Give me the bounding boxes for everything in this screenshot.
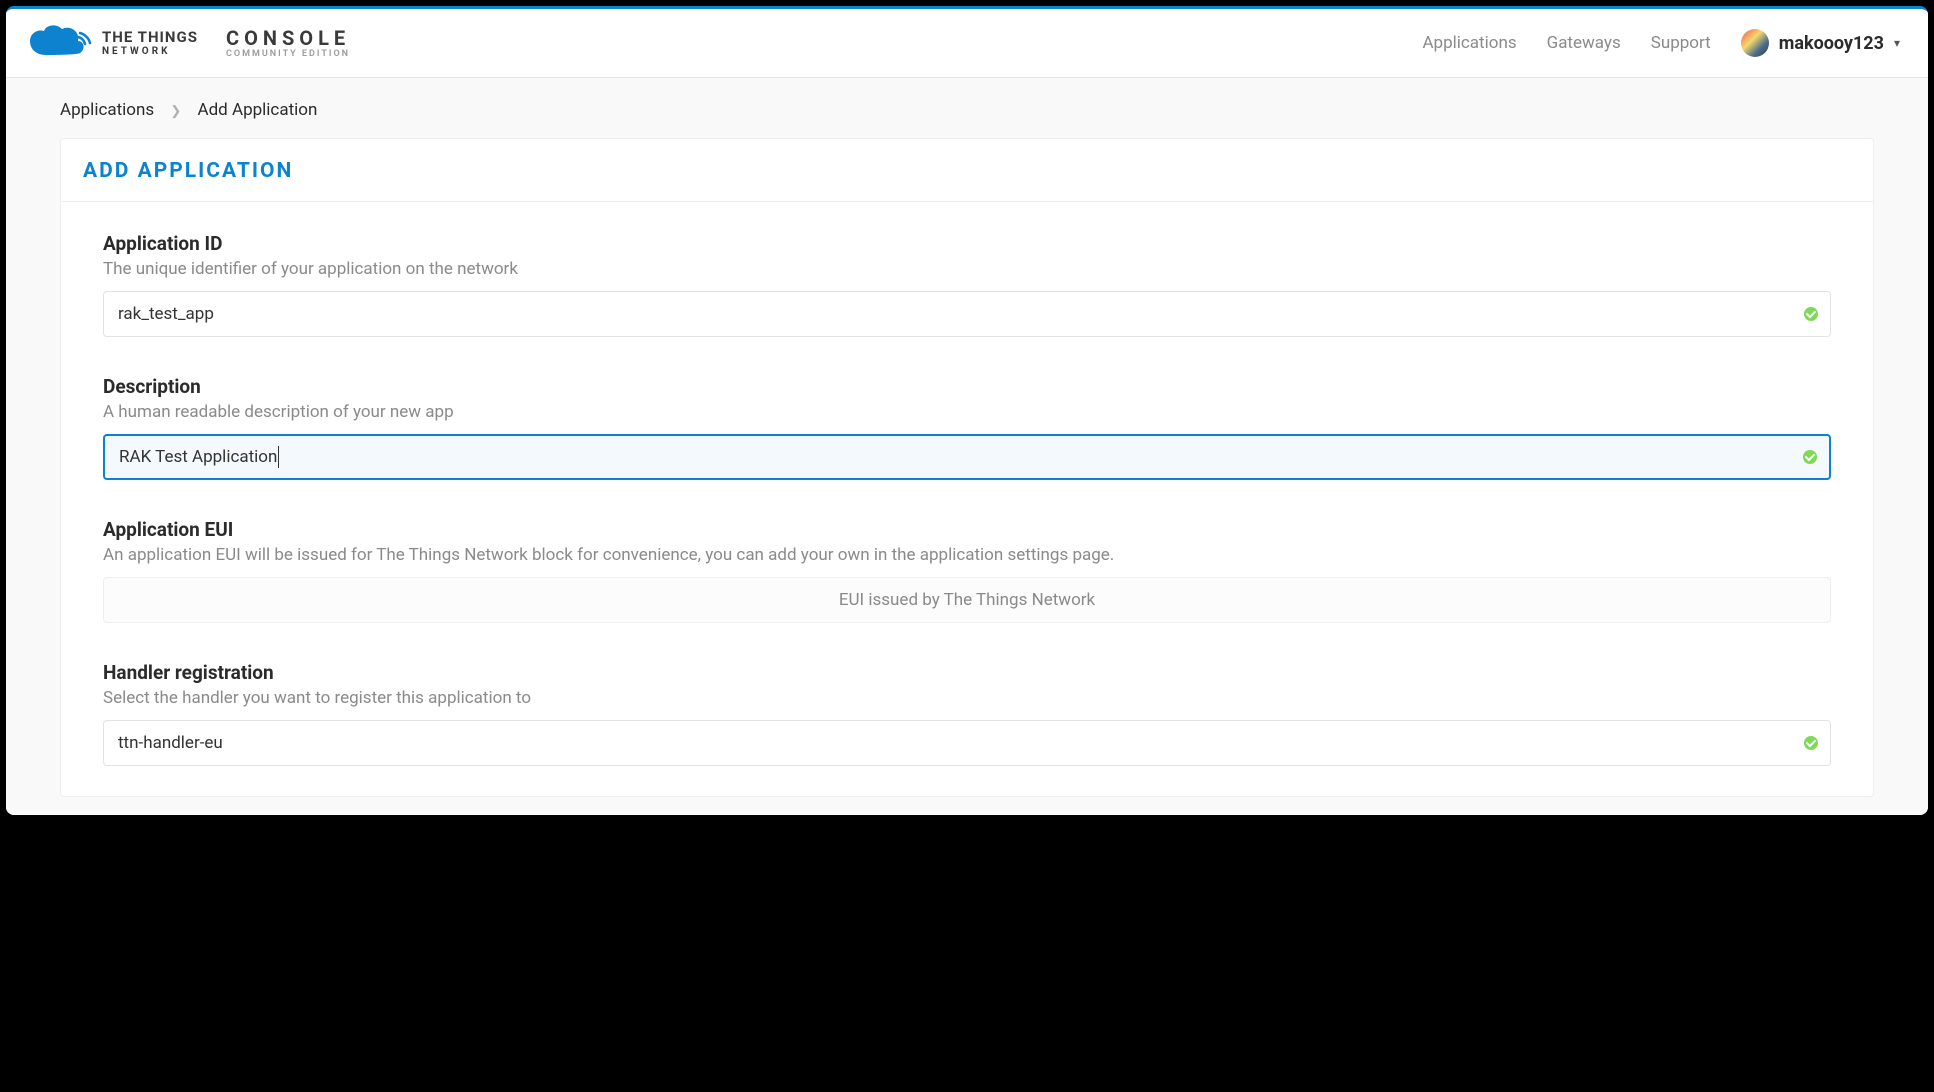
username: makoooy123 xyxy=(1779,33,1884,54)
text-caret xyxy=(278,446,279,468)
description-help: A human readable description of your new… xyxy=(103,402,1831,422)
handler-select[interactable]: ttn-handler-eu xyxy=(103,720,1831,766)
application-id-help: The unique identifier of your applicatio… xyxy=(103,259,1831,279)
top-nav: Applications Gateways Support makoooy123… xyxy=(1422,29,1900,57)
application-id-input[interactable] xyxy=(118,304,1790,324)
application-id-input-wrap[interactable] xyxy=(103,291,1831,337)
field-description: Description A human readable description… xyxy=(103,375,1831,480)
handler-label: Handler registration xyxy=(103,661,1831,684)
brand-console-edition: COMMUNITY EDITION xyxy=(226,50,350,59)
application-id-label: Application ID xyxy=(103,232,1831,255)
cloud-logo-icon xyxy=(26,23,92,63)
brand-block[interactable]: THE THINGS NETWORK CONSOLE COMMUNITY EDI… xyxy=(26,23,350,63)
main-scroll[interactable]: THE THINGS NETWORK CONSOLE COMMUNITY EDI… xyxy=(6,9,1928,815)
application-eui-label: Application EUI xyxy=(103,518,1831,541)
description-label: Description xyxy=(103,375,1831,398)
brand-console: CONSOLE COMMUNITY EDITION xyxy=(226,28,350,59)
description-input-wrap[interactable]: RAK Test Application xyxy=(103,434,1831,480)
brand-console-title: CONSOLE xyxy=(226,28,350,48)
application-eui-help: An application EUI will be issued for Th… xyxy=(103,545,1831,565)
valid-check-icon xyxy=(1804,736,1818,750)
brand-text: THE THINGS NETWORK xyxy=(102,30,198,57)
form-panel: ADD APPLICATION Application ID The uniqu… xyxy=(60,138,1874,797)
breadcrumb: Applications ❯ Add Application xyxy=(6,78,1928,138)
field-application-eui: Application EUI An application EUI will … xyxy=(103,518,1831,623)
page-title: ADD APPLICATION xyxy=(61,139,1873,202)
brand-line2: NETWORK xyxy=(102,47,198,57)
handler-help: Select the handler you want to register … xyxy=(103,688,1831,708)
application-eui-readonly: EUI issued by The Things Network xyxy=(103,577,1831,623)
application-eui-placeholder: EUI issued by The Things Network xyxy=(839,590,1095,610)
nav-gateways[interactable]: Gateways xyxy=(1547,33,1621,53)
valid-check-icon xyxy=(1803,450,1817,464)
breadcrumb-root[interactable]: Applications xyxy=(60,100,154,120)
chevron-down-icon: ▾ xyxy=(1894,36,1900,50)
nav-applications[interactable]: Applications xyxy=(1422,33,1516,53)
field-application-id: Application ID The unique identifier of … xyxy=(103,232,1831,337)
valid-check-icon xyxy=(1804,307,1818,321)
breadcrumb-current: Add Application xyxy=(198,100,318,120)
breadcrumb-separator-icon: ❯ xyxy=(170,104,181,119)
field-handler: Handler registration Select the handler … xyxy=(103,661,1831,766)
user-menu[interactable]: makoooy123 ▾ xyxy=(1741,29,1900,57)
handler-value: ttn-handler-eu xyxy=(118,733,223,753)
brand-line1: THE THINGS xyxy=(102,30,198,45)
avatar xyxy=(1741,29,1769,57)
nav-support[interactable]: Support xyxy=(1651,33,1711,53)
topbar: THE THINGS NETWORK CONSOLE COMMUNITY EDI… xyxy=(6,9,1928,78)
description-input[interactable]: RAK Test Application xyxy=(119,447,277,467)
